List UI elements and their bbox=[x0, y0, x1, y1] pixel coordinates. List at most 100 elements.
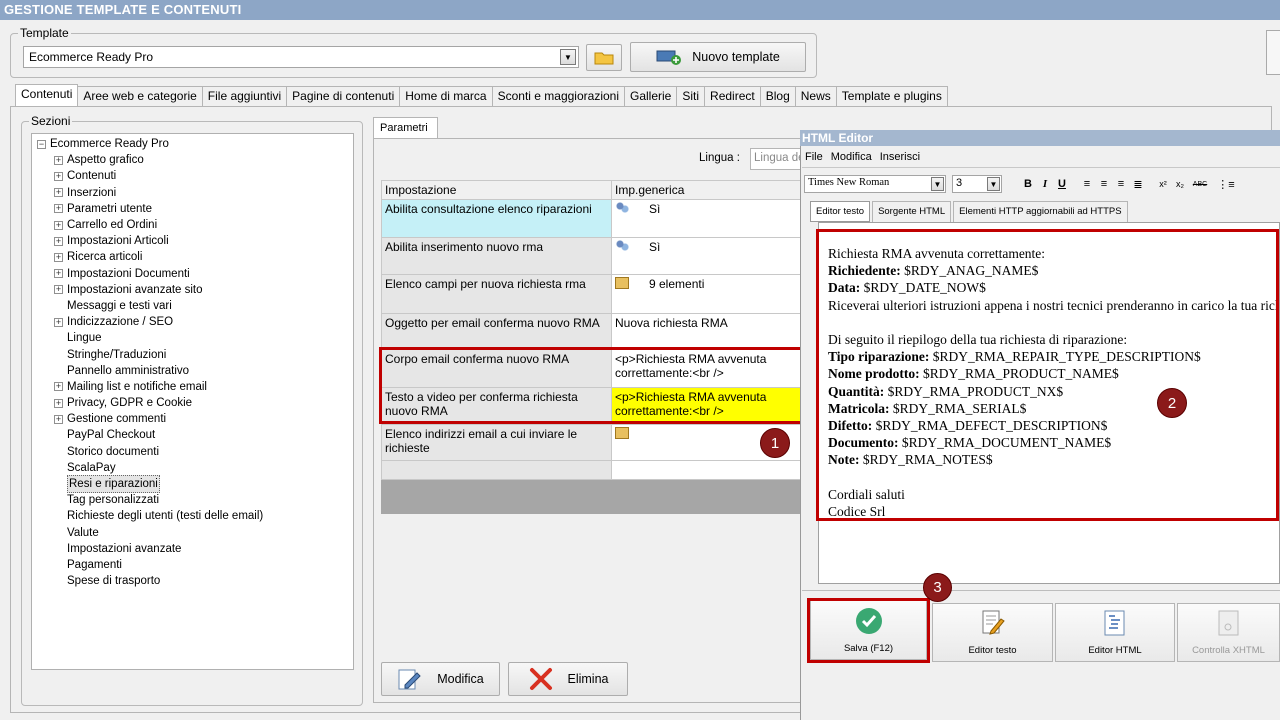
tree-item[interactable]: + Aspetto grafico bbox=[54, 152, 353, 168]
setting-cell[interactable]: Oggetto per email conferma nuovo RMA bbox=[381, 313, 612, 350]
numbered-list-icon[interactable]: ⋮≡ bbox=[1217, 177, 1234, 191]
editor-tab-2[interactable]: Elementi HTTP aggiornabili ad HTTPS bbox=[953, 201, 1128, 222]
table-row[interactable]: Abilita inserimento nuovo rma Sì bbox=[381, 237, 801, 275]
tree-item[interactable]: + Carrello ed Ordini bbox=[54, 217, 353, 233]
tree-item[interactable]: Impostazioni avanzate bbox=[54, 541, 353, 557]
new-template-button[interactable]: Nuovo template bbox=[630, 42, 806, 72]
tree-item[interactable]: + Mailing list e notifiche email bbox=[54, 379, 353, 395]
tab-home-di-marca[interactable]: Home di marca bbox=[399, 86, 493, 106]
table-row[interactable]: Elenco indirizzi email a cui inviare le … bbox=[381, 424, 801, 461]
expand-icon[interactable]: + bbox=[54, 382, 63, 392]
value-cell-empty[interactable] bbox=[611, 460, 801, 480]
expand-icon[interactable]: + bbox=[54, 188, 63, 198]
underline-button[interactable]: U bbox=[1055, 177, 1069, 191]
tree-item[interactable]: ScalaPay bbox=[54, 460, 353, 476]
lingua-select[interactable]: Lingua de bbox=[750, 148, 805, 170]
collapse-icon[interactable]: − bbox=[37, 139, 46, 149]
tab-sconti-e-maggiorazioni[interactable]: Sconti e maggiorazioni bbox=[491, 86, 625, 106]
menu-file[interactable]: File bbox=[805, 151, 823, 163]
tab-pagine-di-contenuti[interactable]: Pagine di contenuti bbox=[286, 86, 401, 106]
tab-news[interactable]: News bbox=[794, 86, 837, 106]
delete-button[interactable]: Elimina bbox=[508, 662, 628, 696]
tree-item[interactable]: PayPal Checkout bbox=[54, 427, 353, 443]
editor-tab-1[interactable]: Sorgente HTML bbox=[872, 201, 952, 222]
expand-icon[interactable]: + bbox=[54, 269, 63, 279]
tree-item[interactable]: Storico documenti bbox=[54, 444, 353, 460]
superscript-icon[interactable]: x² bbox=[1156, 177, 1170, 191]
tab-redirect[interactable]: Redirect bbox=[704, 86, 761, 106]
tab-siti[interactable]: Siti bbox=[676, 86, 706, 106]
tree-item[interactable]: + Impostazioni Articoli bbox=[54, 233, 353, 249]
expand-icon[interactable]: + bbox=[54, 414, 63, 424]
template-select[interactable]: Ecommerce Ready Pro ▼ bbox=[23, 46, 579, 68]
table-row[interactable]: Oggetto per email conferma nuovo RMA Nuo… bbox=[381, 313, 801, 350]
expand-icon[interactable]: + bbox=[54, 317, 63, 327]
modify-button[interactable]: Modifica bbox=[381, 662, 500, 696]
expand-icon[interactable]: + bbox=[54, 236, 63, 246]
expand-icon[interactable]: + bbox=[54, 155, 63, 165]
tree-root[interactable]: − Ecommerce Ready Pro bbox=[37, 136, 353, 152]
align-center-icon[interactable]: ≡ bbox=[1097, 177, 1111, 191]
justify-icon[interactable]: ≣ bbox=[1131, 177, 1145, 191]
tree-item[interactable]: Messaggi e testi vari bbox=[54, 298, 353, 314]
menu-modifica[interactable]: Modifica bbox=[831, 151, 872, 163]
tab-contenuti[interactable]: Contenuti bbox=[15, 84, 79, 106]
tab-parametri[interactable]: Parametri bbox=[373, 117, 438, 139]
tree-item[interactable]: + Parametri utente bbox=[54, 201, 353, 217]
tree-item[interactable]: + Impostazioni Documenti bbox=[54, 266, 353, 282]
subscript-icon[interactable]: x₂ bbox=[1173, 177, 1187, 191]
tab-aree-web-e-categorie[interactable]: Aree web e categorie bbox=[77, 86, 203, 106]
setting-cell[interactable]: Elenco campi per nuova richiesta rma bbox=[381, 274, 612, 314]
check-xhtml-button[interactable]: Controlla XHTML bbox=[1177, 603, 1280, 662]
tree-item[interactable]: Spese di trasporto bbox=[54, 573, 353, 589]
expand-icon[interactable]: + bbox=[54, 204, 63, 214]
expand-icon[interactable]: + bbox=[54, 285, 63, 295]
tab-blog[interactable]: Blog bbox=[759, 86, 796, 106]
setting-cell[interactable]: Elenco indirizzi email a cui inviare le … bbox=[381, 424, 612, 461]
value-cell[interactable]: 9 elementi bbox=[611, 274, 801, 314]
setting-cell[interactable]: Abilita consultazione elenco riparazioni bbox=[381, 199, 612, 238]
align-right-icon[interactable]: ≡ bbox=[1114, 177, 1128, 191]
tab-file-aggiuntivi[interactable]: File aggiuntivi bbox=[201, 86, 288, 106]
open-folder-button[interactable] bbox=[586, 44, 622, 71]
text-editor-button[interactable]: Editor testo bbox=[932, 603, 1053, 662]
value-cell[interactable]: Sì bbox=[611, 237, 801, 275]
value-cell[interactable]: Sì bbox=[611, 199, 801, 238]
bold-button[interactable]: B bbox=[1021, 177, 1035, 191]
expand-icon[interactable]: + bbox=[54, 171, 63, 181]
expand-icon[interactable]: + bbox=[54, 252, 63, 262]
tree-item[interactable]: + Contenuti bbox=[54, 168, 353, 184]
align-left-icon[interactable]: ≡ bbox=[1080, 177, 1094, 191]
tree-item[interactable]: + Indicizzazione / SEO bbox=[54, 314, 353, 330]
expand-icon[interactable]: + bbox=[54, 398, 63, 408]
tab-template-e-plugins[interactable]: Template e plugins bbox=[835, 86, 948, 106]
font-select[interactable]: Times New Roman ▼ bbox=[804, 175, 946, 193]
tree-item[interactable]: Tag personalizzati bbox=[54, 492, 353, 508]
tree-item[interactable]: + Inserzioni bbox=[54, 185, 353, 201]
tree-item[interactable]: + Impostazioni avanzate sito bbox=[54, 282, 353, 298]
strikethrough-icon[interactable]: ABC bbox=[1190, 177, 1210, 191]
tree-item[interactable]: Pagamenti bbox=[54, 557, 353, 573]
sections-tree[interactable]: − Ecommerce Ready Pro + Aspetto grafico + C… bbox=[31, 133, 354, 670]
table-row[interactable]: Abilita consultazione elenco riparazioni… bbox=[381, 199, 801, 238]
table-row-empty[interactable] bbox=[381, 460, 801, 480]
tree-item[interactable]: + Ricerca articoli bbox=[54, 249, 353, 265]
tab-gallerie[interactable]: Gallerie bbox=[624, 86, 678, 106]
menu-inserisci[interactable]: Inserisci bbox=[880, 151, 920, 163]
tree-item[interactable]: Lingue bbox=[54, 330, 353, 346]
chevron-down-icon[interactable]: ▼ bbox=[987, 177, 1000, 191]
html-editor-button[interactable]: Editor HTML bbox=[1055, 603, 1175, 662]
tree-item[interactable]: Pannello amministrativo bbox=[54, 363, 353, 379]
tree-item[interactable]: Valute bbox=[54, 525, 353, 541]
tree-item[interactable]: + Privacy, GDPR e Cookie bbox=[54, 395, 353, 411]
expand-icon[interactable]: + bbox=[54, 220, 63, 230]
italic-button[interactable]: I bbox=[1038, 177, 1052, 191]
editor-tab-0[interactable]: Editor testo bbox=[810, 201, 871, 222]
tree-item[interactable]: Resi e riparazioni bbox=[54, 475, 353, 494]
tree-item[interactable]: Stringhe/Traduzioni bbox=[54, 346, 353, 362]
table-row[interactable]: Elenco campi per nuova richiesta rma 9 e… bbox=[381, 274, 801, 314]
setting-cell[interactable]: Abilita inserimento nuovo rma bbox=[381, 237, 612, 275]
setting-cell-empty[interactable] bbox=[381, 460, 612, 480]
window-edge-button[interactable] bbox=[1266, 30, 1280, 75]
chevron-down-icon[interactable]: ▼ bbox=[560, 49, 576, 65]
